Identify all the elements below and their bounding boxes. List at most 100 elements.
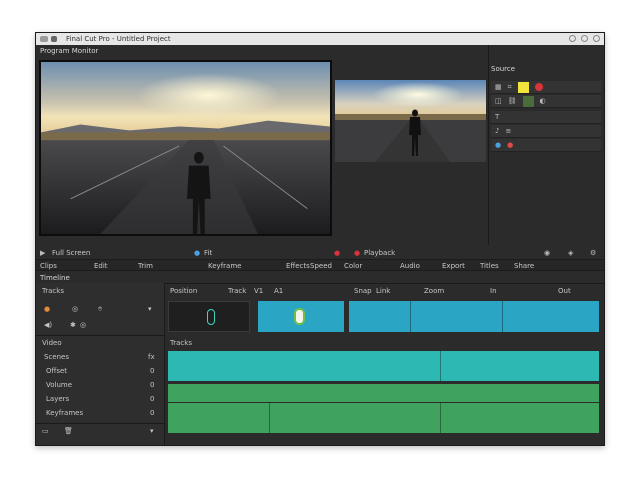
toolbar-item[interactable]: Edit bbox=[94, 262, 108, 270]
toolbar-item[interactable]: Trim bbox=[138, 262, 153, 270]
marker-icon[interactable]: ● bbox=[507, 141, 513, 149]
video-label: Video bbox=[42, 339, 62, 347]
video-clip-empty[interactable] bbox=[168, 301, 250, 332]
header-item[interactable]: Link bbox=[376, 287, 390, 295]
inspector-row[interactable]: ▦ ⌗ bbox=[491, 81, 601, 94]
color-swatch[interactable] bbox=[517, 81, 529, 93]
program-monitor[interactable] bbox=[39, 60, 332, 236]
left-item-value: fx bbox=[148, 353, 155, 361]
clip-boundary bbox=[269, 403, 270, 433]
audio-icon[interactable]: ♪ bbox=[495, 127, 499, 135]
tracks-header: Tracks bbox=[42, 287, 64, 295]
title-bar: Final Cut Pro - Untitled Project bbox=[36, 33, 604, 45]
inspector-row[interactable]: T bbox=[491, 111, 601, 124]
minimize-icon[interactable] bbox=[569, 35, 576, 42]
left-item-value: 0 bbox=[150, 367, 155, 375]
inspector-row[interactable]: ● ● bbox=[491, 139, 601, 152]
fullscreen-label[interactable]: Full Screen bbox=[52, 249, 90, 257]
eye-icon[interactable]: ◎ bbox=[72, 305, 78, 313]
close-icon[interactable] bbox=[593, 35, 600, 42]
left-item[interactable]: Layers bbox=[46, 395, 69, 403]
trash-icon[interactable]: 🗑 bbox=[64, 427, 73, 435]
audio-track-1[interactable] bbox=[168, 351, 599, 381]
folder-icon[interactable]: ▭ bbox=[42, 427, 49, 435]
source-frame bbox=[335, 80, 486, 162]
tracks-label: Tracks bbox=[170, 339, 192, 347]
clip-boundary bbox=[410, 301, 411, 332]
layers-icon[interactable]: ◫ bbox=[495, 97, 502, 105]
green-swatch[interactable] bbox=[522, 95, 534, 107]
fit-dot-icon[interactable]: ● bbox=[194, 249, 200, 257]
video-clip[interactable] bbox=[258, 301, 344, 332]
app-window: Final Cut Pro - Untitled Project Program… bbox=[35, 32, 605, 446]
source-label: Source bbox=[491, 65, 516, 73]
solo-icon[interactable]: ✱ bbox=[70, 321, 76, 329]
timeline-divider-v bbox=[164, 283, 165, 445]
record-icon[interactable] bbox=[534, 83, 543, 91]
left-item-value: 0 bbox=[150, 381, 155, 389]
clip-boundary bbox=[502, 301, 503, 332]
link-icon[interactable]: ⛓ bbox=[508, 97, 517, 105]
menu-icon[interactable] bbox=[51, 36, 57, 42]
video-clip[interactable] bbox=[349, 301, 599, 332]
volume-icon[interactable]: ◈ bbox=[568, 249, 573, 257]
header-item[interactable]: In bbox=[490, 287, 497, 295]
fit-label[interactable]: Fit bbox=[204, 249, 212, 257]
track-controls-panel: Tracks ● ◎ ⌾ ▾ ◀) ✱ ◎ Video Scenes fx Of… bbox=[36, 283, 164, 445]
left-item-value: 0 bbox=[150, 395, 155, 403]
expand-icon[interactable]: ▾ bbox=[150, 427, 154, 435]
audio-track-2[interactable] bbox=[168, 384, 599, 402]
toolbar-item[interactable]: Speed bbox=[310, 262, 332, 270]
left-item[interactable]: Scenes bbox=[44, 353, 69, 361]
lock-icon[interactable]: ● bbox=[44, 305, 50, 313]
record-dot-icon[interactable]: ● bbox=[334, 249, 340, 257]
header-item[interactable]: A1 bbox=[274, 287, 283, 295]
play-icon[interactable]: ▶ bbox=[40, 249, 45, 257]
mute-icon[interactable]: ◀) bbox=[44, 321, 52, 329]
header-item[interactable]: Snap bbox=[354, 287, 372, 295]
target-icon[interactable]: ⌾ bbox=[98, 305, 102, 314]
left-item-value: 0 bbox=[150, 409, 155, 417]
video-frame bbox=[41, 62, 330, 234]
inspector-row[interactable]: ◫ ⛓ ◐ bbox=[491, 95, 601, 108]
camera-icon[interactable]: ● bbox=[495, 141, 501, 149]
playback-label[interactable]: Playback bbox=[364, 249, 395, 257]
toolbar-item[interactable]: Clips bbox=[40, 262, 57, 270]
panel-sep bbox=[36, 423, 164, 424]
left-item[interactable]: Keyframes bbox=[46, 409, 83, 417]
toolbar-item[interactable]: Audio bbox=[400, 262, 420, 270]
left-item[interactable]: Volume bbox=[46, 381, 72, 389]
panel-sep bbox=[36, 335, 164, 336]
toolbar-item[interactable]: Export bbox=[442, 262, 465, 270]
toolbar-item[interactable]: Effects bbox=[286, 262, 310, 270]
playback-dot-icon[interactable]: ● bbox=[354, 249, 360, 257]
left-item[interactable]: Offset bbox=[46, 367, 67, 375]
header-item[interactable]: Out bbox=[558, 287, 571, 295]
header-item[interactable]: Zoom bbox=[424, 287, 444, 295]
menu-down-icon[interactable]: ▾ bbox=[148, 305, 152, 313]
maximize-icon[interactable] bbox=[581, 35, 588, 42]
grid-icon[interactable]: ▦ bbox=[495, 83, 502, 91]
audio-track-3[interactable] bbox=[168, 403, 599, 433]
source-monitor[interactable] bbox=[335, 80, 486, 162]
panel-divider bbox=[488, 45, 489, 245]
toolbar-item[interactable]: Titles bbox=[480, 262, 499, 270]
clip-thumb-icon bbox=[294, 308, 305, 325]
settings-icon[interactable]: ⚙ bbox=[590, 249, 596, 257]
record-arm-icon[interactable]: ◎ bbox=[80, 321, 86, 329]
header-item[interactable]: Track bbox=[228, 287, 246, 295]
inspector-label: Source bbox=[491, 65, 515, 73]
text-icon[interactable]: T bbox=[495, 113, 499, 121]
toolbar-item[interactable]: Share bbox=[514, 262, 534, 270]
clip-boundary bbox=[440, 403, 441, 433]
crop-icon[interactable]: ⌗ bbox=[508, 83, 512, 91]
toolbar-item[interactable]: Keyframe bbox=[208, 262, 241, 270]
toolbar-item[interactable]: Color bbox=[344, 262, 362, 270]
eq-icon[interactable]: ≡ bbox=[505, 127, 511, 135]
clip-handle-icon bbox=[207, 309, 215, 325]
inspector-row[interactable]: ♪ ≡ bbox=[491, 125, 601, 138]
header-item[interactable]: Position bbox=[170, 287, 197, 295]
adjust-icon[interactable]: ◐ bbox=[540, 97, 546, 105]
snapshot-icon[interactable]: ◉ bbox=[544, 249, 550, 257]
header-item[interactable]: V1 bbox=[254, 287, 263, 295]
